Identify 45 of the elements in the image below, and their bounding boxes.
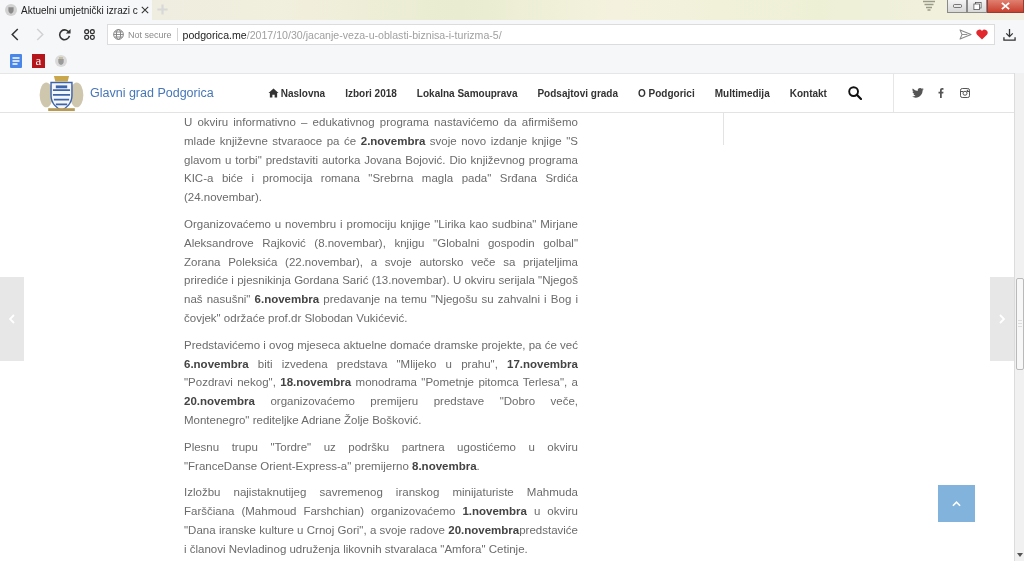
- menu-link[interactable]: Izbori 2018: [345, 87, 397, 99]
- instagram-icon[interactable]: [959, 88, 970, 98]
- security-label: Not secure: [128, 29, 172, 40]
- article-paragraph: Organizovaćemo u novembru i promociju knjige "Lirika kao sudbina" Mirjane Aleksandrove Rajković (8.novembar), knjigu "Globalni gospodin golbal" Zorana Poleksića (22.novembar), a svoje autorsko veče sa prijateljima prirediće i pjesnikinja Gordana Sarić (13.novembar). U okviru serijala "Njegoš naš nasušni" 6.novembra predavanje na temu "Njegošu su zahvalni i Bog i čovjek" održaće prof.dr Slobodan Vukićević.: [184, 217, 578, 326]
- article-paragraph: Predstavićemo i ovog mjeseca aktuelne domaće dramske projekte, pa će već 6.novembra biti izvedena predstava "Mlijeko u prahu", 17.novembra "Pozdravi nekog", 18.novembra monodrama "Pometnje pitomca Terlesa", a 20.novembra organizovaćemo premijeru predstave "Dobro veče, Montenegro" rediteljke Adriane Žolje Bošković.: [184, 337, 578, 428]
- chevron-up-icon: [952, 500, 961, 507]
- chevron-left-icon: [9, 314, 15, 324]
- minimize-icon: [952, 4, 962, 8]
- stacked-lines-icon[interactable]: [923, 0, 935, 11]
- close-icon: [1001, 2, 1010, 10]
- close-window-button[interactable]: [987, 0, 1024, 13]
- menu-link[interactable]: Lokalna Samouprava: [416, 87, 518, 99]
- menu-link[interactable]: Podsajtovi grada: [537, 87, 619, 99]
- site-title-link[interactable]: Glavni grad Podgorica: [90, 86, 214, 100]
- heart-icon[interactable]: [976, 29, 988, 40]
- menu-link[interactable]: Naslovna: [267, 87, 326, 99]
- document-icon[interactable]: [10, 54, 22, 68]
- url-text: podgorica.me/2017/10/30/jacanje-veza-u-oblasti-biznisa-i-turizma-5/: [182, 28, 502, 41]
- globe-icon: [113, 29, 124, 40]
- menu-link[interactable]: Multimedija: [714, 87, 770, 99]
- scrollbar-thumb[interactable]: [1015, 278, 1024, 370]
- chevron-right-icon: [999, 314, 1005, 324]
- send-icon[interactable]: [959, 29, 972, 40]
- facebook-icon[interactable]: [937, 88, 944, 98]
- article-paragraph: Izložbu najistaknutijeg savremenog iranskog minijaturiste Mahmuda Farščiana (Mahmoud Farshchian) organizovaćemo 1.novembra u okviru "Dana iranske kulture u Crnoj Gori", a svoje radove 20.novembrapredstaviće i članovi Nevladinog udruženja likovnih stvaralaca "Amfora" Cetinje.: [184, 485, 578, 557]
- close-icon[interactable]: [140, 6, 149, 14]
- crest-icon[interactable]: [55, 54, 67, 68]
- bookmark-button[interactable]: a: [32, 54, 45, 68]
- scroll-down-arrow-icon[interactable]: [1016, 553, 1023, 557]
- search-icon[interactable]: [847, 86, 862, 100]
- home-icon: [267, 88, 279, 98]
- twitter-icon[interactable]: [911, 88, 924, 98]
- restore-button[interactable]: [967, 0, 987, 13]
- crest-icon[interactable]: [38, 74, 85, 112]
- browser-tab[interactable]: Aktuelni umjetnički izrazi c: [0, 0, 152, 20]
- address-field[interactable]: Not secure podgorica.me/2017/10/30/jacanje-veza-u-oblasti-biznisa-i-turizma-5/: [107, 24, 995, 45]
- menu-link[interactable]: Kontakt: [789, 87, 827, 99]
- restore-icon: [972, 2, 982, 10]
- download-icon: [1003, 28, 1016, 41]
- article-paragraph: U okviru informativno – edukativnog programa nastavićemo da afirmišemo mlade književne stvaraoce pa će 2.novembra svoje novo izdanje knjige "S glavom u torbi" predstaviti autorka Jovana Bojović. Dio književnog programa KIC-a biće i promocija romana "Srebrna magla pada" Srđana Srdića (24.novembar).: [184, 115, 578, 206]
- crest-icon: [5, 4, 17, 16]
- minimize-button[interactable]: [947, 0, 967, 13]
- menu-link[interactable]: O Podgorici: [638, 87, 695, 99]
- article-paragraph: Plesnu trupu "Tordre" uz podršku partnera ugostićemo u okviru "FranceDanse Orient-Express-a" premijerno 8.novembra.: [184, 439, 578, 474]
- scrollbar[interactable]: [1014, 73, 1024, 561]
